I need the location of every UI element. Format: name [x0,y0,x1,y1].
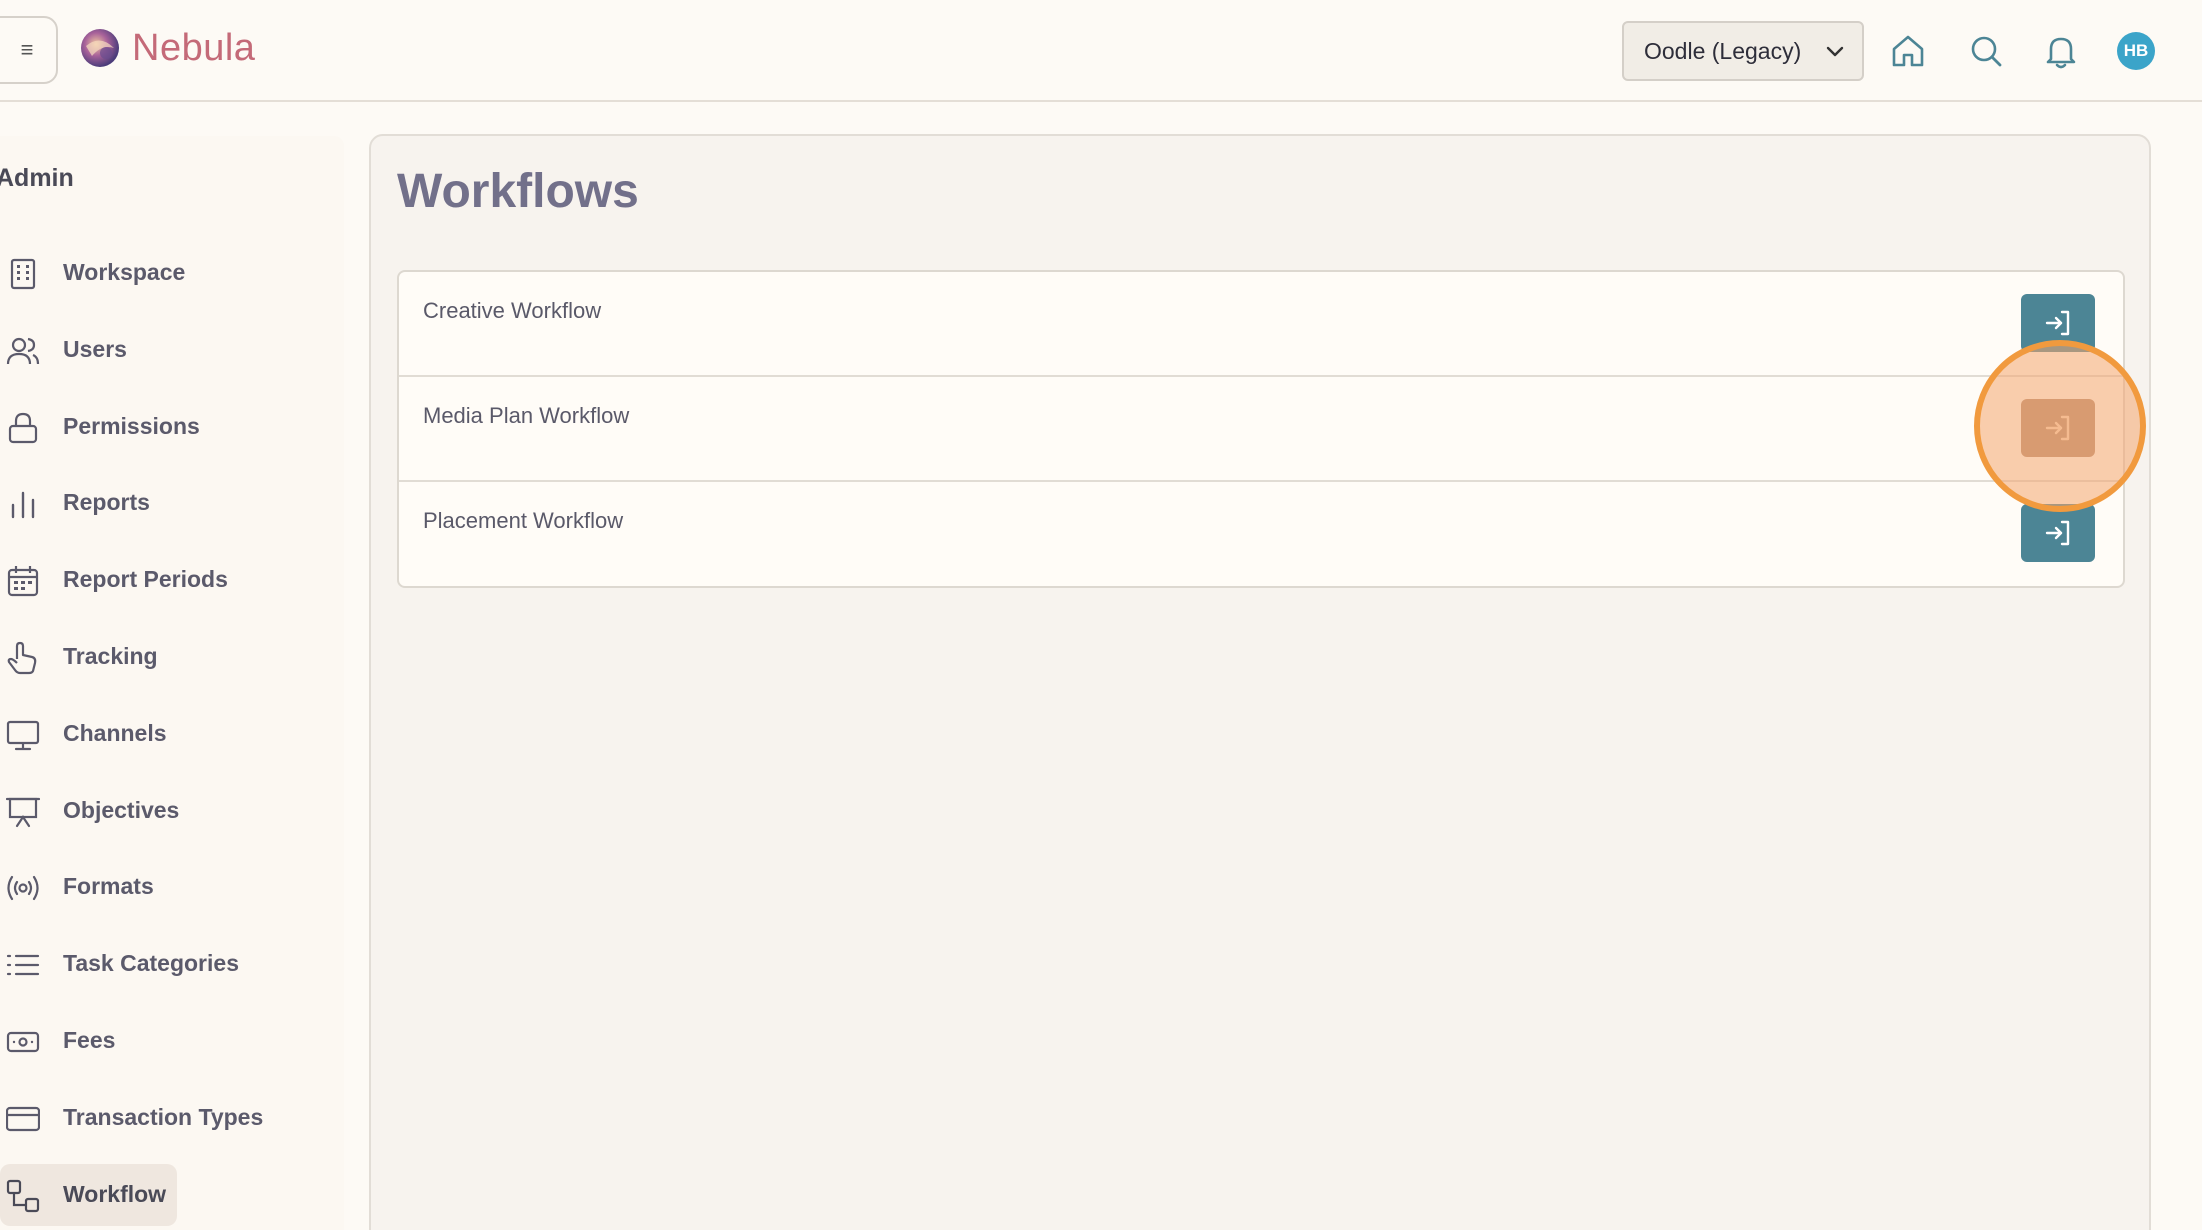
sidebar-item-label: Formats [63,873,154,899]
search-icon[interactable] [1966,31,2006,71]
broadcast-icon [7,875,39,901]
top-bar: ≡ Nebula Oodle (Legacy) HB [0,0,2202,102]
sidebar-item-reports[interactable]: Reports [0,472,240,534]
sidebar-item-workflow[interactable]: Workflow [0,1164,177,1226]
sidebar-item-objectives[interactable]: Objectives [0,780,240,842]
sidebar-item-report-periods[interactable]: Report Periods [0,549,240,611]
sidebar-item-workspace[interactable]: Workspace [0,242,240,304]
bell-icon[interactable] [2041,31,2081,71]
sidebar-item-label: Channels [63,720,167,746]
enter-icon [2045,310,2070,336]
enter-icon [2045,415,2070,441]
sidebar-item-label: Task Categories [63,950,239,976]
pointer-hand-icon [7,641,37,675]
account-selector-value: Oodle (Legacy) [1644,37,1802,64]
banknote-icon [6,1031,40,1053]
hamburger-icon: ≡ [20,37,34,62]
workflow-icon [6,1179,40,1213]
sidebar-item-channels[interactable]: Channels [0,703,240,765]
page-title: Workflows [397,165,639,218]
bar-chart-icon [11,491,35,519]
credit-card-icon [6,1106,40,1132]
sidebar-item-label: Users [63,336,127,362]
sidebar-item-permissions[interactable]: Permissions [0,396,240,458]
open-workflow-button[interactable] [2021,399,2095,457]
sidebar-item-label: Fees [63,1027,116,1053]
sidebar-section-title: Admin [0,164,74,192]
workflow-row: Placement Workflow [399,482,2123,587]
nebula-logo-icon [81,29,119,67]
lock-icon [8,412,38,444]
calendar-icon [7,566,39,597]
sidebar-item-transaction-types[interactable]: Transaction Types [0,1087,290,1149]
users-icon [6,337,40,365]
brand-name: Nebula [132,26,256,69]
sidebar-item-fees[interactable]: Fees [0,1010,240,1072]
sidebar-item-users[interactable]: Users [0,319,240,381]
sidebar-item-task-categories[interactable]: Task Categories [0,933,260,995]
workflow-name: Creative Workflow [423,298,602,323]
admin-sidebar: Admin Workspace Users Permissions Report… [0,136,344,1230]
sidebar-item-formats[interactable]: Formats [0,856,240,918]
account-selector[interactable]: Oodle (Legacy) [1622,21,1864,81]
home-icon[interactable] [1888,31,1928,71]
open-workflow-button[interactable] [2021,504,2095,562]
workflow-row: Media Plan Workflow [399,377,2123,482]
user-avatar[interactable]: HB [2117,32,2155,70]
sidebar-item-label: Objectives [63,797,180,823]
presentation-icon [6,797,40,828]
sidebar-item-tracking[interactable]: Tracking [0,626,240,688]
sidebar-item-label: Transaction Types [63,1104,264,1130]
workflow-name: Placement Workflow [423,508,624,533]
brand-logo[interactable]: Nebula [78,26,255,70]
list-icon [6,954,40,976]
monitor-icon [6,720,40,751]
menu-toggle-button[interactable]: ≡ [0,16,58,84]
workflow-row: Creative Workflow [399,272,2123,377]
enter-icon [2045,520,2070,546]
sidebar-item-label: Workflow [63,1181,167,1207]
open-workflow-button[interactable] [2021,294,2095,352]
sidebar-item-label: Workspace [63,259,186,285]
main-panel: Workflows Creative Workflow Media Plan W… [369,134,2151,1230]
building-icon [10,258,36,290]
sidebar-item-label: Reports [63,489,150,515]
workflow-list: Creative Workflow Media Plan Workflow Pl… [397,270,2125,588]
sidebar-item-label: Tracking [63,643,158,669]
chevron-down-icon [1826,46,1844,57]
sidebar-item-label: Permissions [63,413,200,439]
workflow-name: Media Plan Workflow [423,403,630,428]
sidebar-item-label: Report Periods [63,566,228,592]
